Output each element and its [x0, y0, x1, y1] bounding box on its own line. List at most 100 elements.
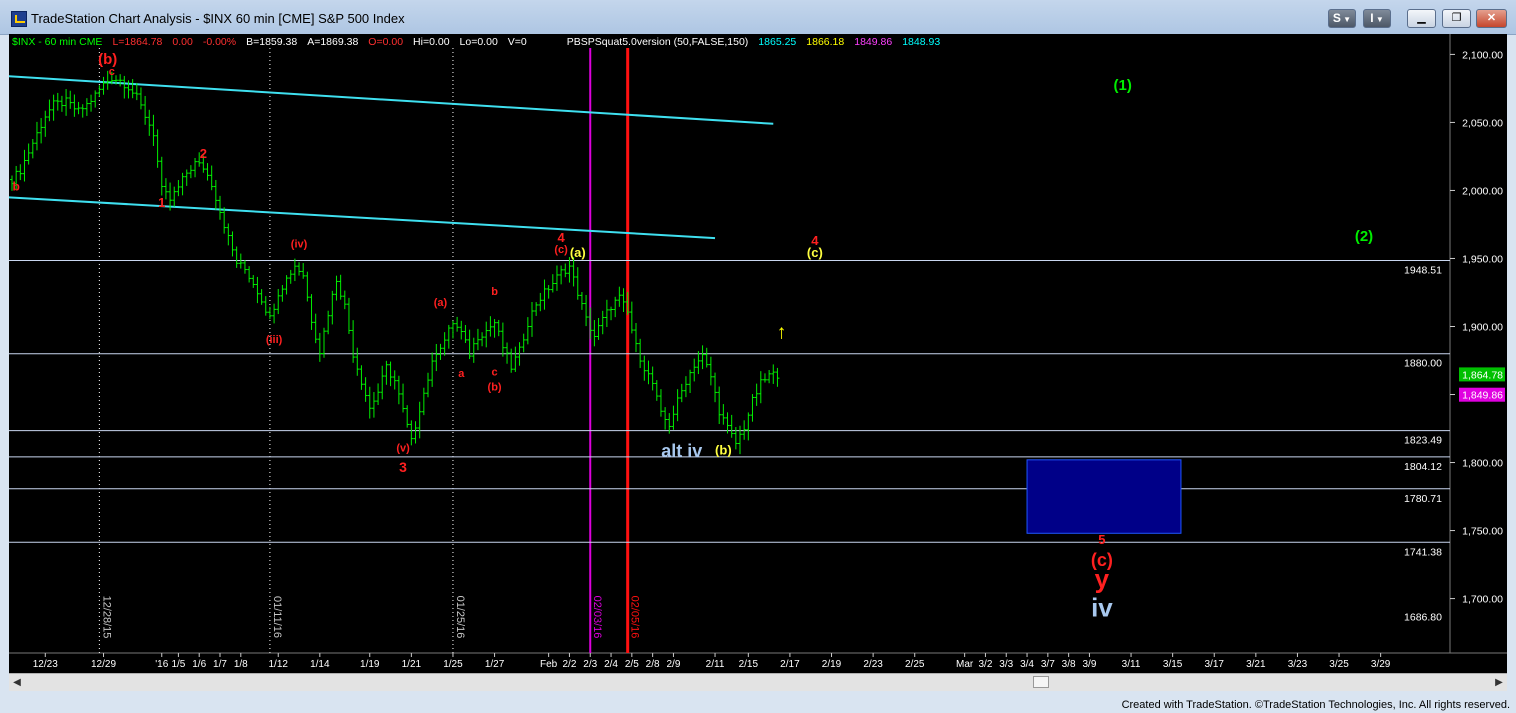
chart-area[interactable]: 12/28/15 01/11/16 01/25/16 02/03/16 02/05/16…: [9, 34, 1507, 691]
wave-label: c: [491, 366, 497, 378]
x-axis-label: 1/6: [192, 659, 206, 670]
x-axis-label: 1/8: [234, 659, 248, 670]
x-axis-label: Mar: [956, 659, 974, 670]
wave-label: 3: [399, 459, 407, 475]
level-label: 1741.38: [1404, 546, 1442, 558]
date-marker-label: 12/28/15: [100, 596, 112, 639]
x-axis-label: 3/3: [999, 659, 1013, 670]
wave-label: (b): [488, 381, 502, 393]
wave-label: (b): [715, 442, 732, 457]
x-axis-label: 3/2: [978, 659, 992, 670]
x-axis-label: 1/5: [171, 659, 185, 670]
header-status-item: 1849.86: [854, 36, 892, 48]
header-status-item: A=1869.38: [307, 36, 358, 48]
restore-icon: ❐: [1451, 12, 1462, 24]
header-status-item: V=0: [508, 36, 527, 48]
wave-label: alt iv: [661, 441, 702, 461]
s-dropdown-button[interactable]: S ▼: [1328, 9, 1356, 28]
wave-label: (a): [570, 245, 586, 260]
scroll-left-icon[interactable]: ◀: [9, 674, 25, 691]
close-button[interactable]: ✕: [1476, 9, 1507, 28]
x-axis-label: 1/7: [213, 659, 227, 670]
x-axis-label: 2/25: [905, 659, 925, 670]
indicator-price-label: 1,849.86: [1462, 390, 1503, 402]
channel-trendline: [9, 196, 716, 240]
y-axis-label: 2,050.00: [1462, 117, 1503, 129]
header-status-item: 1866.18: [806, 36, 844, 48]
scroll-right-icon[interactable]: ▶: [1491, 674, 1507, 691]
x-axis-label: 1/14: [310, 659, 330, 670]
wave-label: iv: [1091, 592, 1113, 622]
date-marker-label: 02/05/16: [629, 596, 641, 639]
header-status-item: Lo=0.00: [460, 36, 498, 48]
wave-label: (iii): [266, 334, 283, 346]
x-axis-label: 3/15: [1163, 659, 1183, 670]
header-status-item: Hi=0.00: [413, 36, 450, 48]
target-zone-box: [1026, 459, 1182, 534]
wave-label: y: [1095, 564, 1110, 594]
level-label: 1686.80: [1404, 612, 1442, 624]
maximize-button[interactable]: ❐: [1442, 9, 1471, 28]
window-title: TradeStation Chart Analysis - $INX 60 mi…: [31, 11, 405, 26]
x-axis-label: 2/9: [666, 659, 680, 670]
x-axis-label: 3/29: [1371, 659, 1391, 670]
x-axis-label: 3/17: [1205, 659, 1225, 670]
header-status-item: -0.00%: [203, 36, 236, 48]
wave-label: 1: [158, 195, 165, 210]
price-chart[interactable]: 12/28/15 01/11/16 01/25/16 02/03/16 02/05/16…: [9, 34, 1507, 673]
minimize-button[interactable]: ▁: [1407, 9, 1436, 28]
date-marker-label: 02/03/16: [591, 596, 603, 639]
wave-label: (c): [554, 244, 568, 256]
header-status-item: 0.00: [172, 36, 193, 48]
y-axis-label: 2,000.00: [1462, 185, 1503, 197]
wave-label: 4: [558, 230, 566, 245]
x-axis-label: Feb: [540, 659, 558, 670]
x-axis-label: 2/4: [604, 659, 618, 670]
wave-label: (a): [434, 297, 448, 309]
wave-label: a: [458, 368, 465, 380]
level-label: 1948.51: [1404, 264, 1442, 276]
wave-label: (iv): [291, 239, 308, 251]
y-axis-label: 2,100.00: [1462, 49, 1503, 61]
date-marker-label: 01/25/16: [454, 596, 466, 639]
x-axis-label: 1/19: [360, 659, 380, 670]
x-axis-label: 3/9: [1082, 659, 1096, 670]
header-status-item: 1848.93: [902, 36, 940, 48]
x-axis-label: 12/29: [91, 659, 116, 670]
x-axis-label: 1/12: [269, 659, 289, 670]
x-axis-label: 2/11: [706, 659, 725, 670]
scroll-thumb[interactable]: [1033, 676, 1049, 688]
y-axis-label: 1,800.00: [1462, 458, 1503, 470]
x-axis-label: 3/11: [1122, 659, 1141, 670]
copyright-footer: Created with TradeStation. ©TradeStation…: [1121, 699, 1510, 711]
x-axis-label: 3/23: [1288, 659, 1308, 670]
chevron-down-icon: ▼: [1340, 15, 1352, 24]
level-label: 1804.12: [1404, 461, 1442, 473]
tradestation-app-icon: [11, 11, 27, 27]
x-axis-label: 1/21: [402, 659, 422, 670]
channel-trendline: [9, 75, 774, 125]
level-label: 1880.00: [1404, 358, 1442, 370]
y-axis-label: 1,700.00: [1462, 594, 1503, 606]
x-axis-label: 2/3: [583, 659, 597, 670]
x-axis-label: 2/2: [562, 659, 576, 670]
horizontal-scrollbar[interactable]: ◀ ▶: [9, 673, 1507, 691]
last-price-label: 1,864.78: [1462, 369, 1503, 381]
x-axis-label: 2/15: [739, 659, 759, 670]
wave-label: c: [109, 66, 115, 78]
wave-label: (2): [1355, 228, 1373, 245]
x-axis-label: 1/25: [443, 659, 463, 670]
x-axis-label: 2/19: [822, 659, 842, 670]
header-status-item: L=1864.78: [112, 36, 162, 48]
wave-label: b: [12, 179, 19, 193]
wave-label: ↑: [777, 322, 787, 344]
wave-label: (c): [807, 245, 823, 260]
level-label: 1780.71: [1404, 493, 1442, 505]
x-axis-label: 1/27: [485, 659, 505, 670]
x-axis-label: 12/23: [33, 659, 58, 670]
y-axis-label: 1,950.00: [1462, 253, 1503, 265]
header-status-item: 1865.25: [758, 36, 796, 48]
minimize-icon: ▁: [1417, 12, 1426, 24]
x-axis-label: 3/7: [1041, 659, 1055, 670]
i-dropdown-button[interactable]: I ▼: [1363, 9, 1391, 28]
